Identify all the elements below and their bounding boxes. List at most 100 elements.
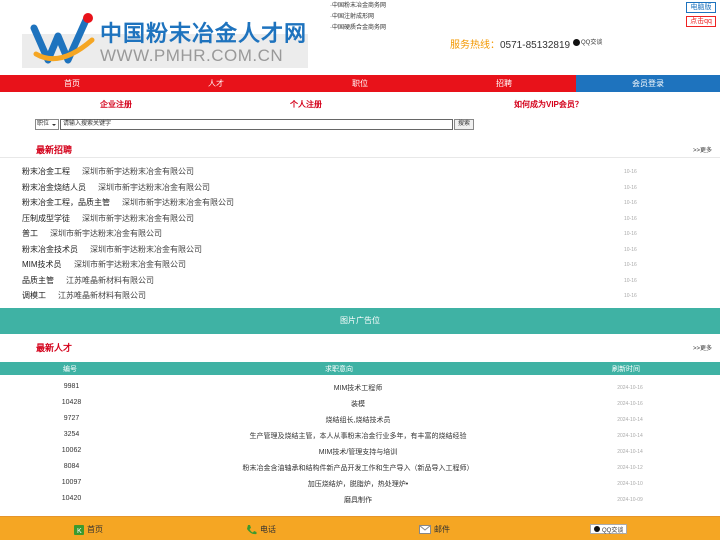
job-title[interactable]: 压制成型学徒 <box>22 213 70 224</box>
talent-time: 2024-10-09 <box>617 497 643 503</box>
company-register-link[interactable]: 企业注册 <box>100 99 132 110</box>
job-row[interactable]: 粉末冶金技术员 10-16 深圳市新宇达粉末冶金有限公司 <box>22 242 698 258</box>
vip-link[interactable]: 如何成为VIP会员？ <box>514 99 583 110</box>
footer-phone-label: 电话 <box>260 525 276 534</box>
nav-item-member-login[interactable]: 会员登录 <box>576 75 720 92</box>
ad-banner[interactable]: 图片广告位 <box>0 308 720 334</box>
nav-item-recruit[interactable]: 招聘 <box>432 75 576 92</box>
logo-domain: WWW.PMHR.COM.CN <box>100 46 284 65</box>
job-row[interactable]: 调模工 10-16 江苏唯晶新材料有限公司 <box>22 288 698 304</box>
talent-time: 2024-10-14 <box>617 433 643 439</box>
talent-time: 2024-10-14 <box>617 449 643 455</box>
talent-id: 9981 <box>63 383 80 390</box>
job-company[interactable]: 江苏唯晶新材料有限公司 <box>66 275 154 286</box>
talent-intent[interactable]: 生产管理及烧结主管，本人从事粉末冶金行业多年，有丰富的烧结经验 <box>143 431 573 441</box>
job-title[interactable]: 品质主管 <box>22 275 54 286</box>
job-row[interactable]: 粉末冶金烧结人员 10-16 深圳市新宇达粉末冶金有限公司 <box>22 180 698 196</box>
talent-id: 10428 <box>61 399 82 406</box>
job-row[interactable]: 粉末冶金工程 10-16 深圳市新宇达粉末冶金有限公司 <box>22 164 698 180</box>
job-row[interactable]: MIM技术员 10-16 深圳市新宇达粉末冶金有限公司 <box>22 257 698 273</box>
site-link-pm-business[interactable]: ·中国粉末冶金商务网 <box>330 1 386 12</box>
site-link-mim[interactable]: ·中国注射成形网 <box>330 12 386 23</box>
talent-intent[interactable]: 加压烧结炉，脱脂炉，热处理炉• <box>143 479 573 489</box>
site-link-carbide[interactable]: ·中国硬质合金商务网 <box>330 23 386 34</box>
recruit-section-title: 最新招聘 <box>36 145 73 155</box>
talent-time: 2024-10-16 <box>617 385 643 391</box>
table-row[interactable]: 8084 粉末冶金含油轴承和结构件新产品开发工作和生产导入（新品导入工程师） 202… <box>0 460 720 476</box>
job-title[interactable]: 粉末冶金烧结人员 <box>22 182 86 193</box>
job-row[interactable]: 压制成型学徒 10-16 深圳市新宇达粉末冶金有限公司 <box>22 211 698 227</box>
job-company[interactable]: 深圳市新宇达粉末冶金有限公司 <box>74 259 186 270</box>
job-title[interactable]: 粉末冶金技术员 <box>22 244 78 255</box>
nav-item-jobs[interactable]: 职位 <box>288 75 432 92</box>
job-date: 10-16 <box>624 184 637 191</box>
talent-intent[interactable]: 粉末冶金含油轴承和结构件新产品开发工作和生产导入（新品导入工程师） <box>143 463 573 473</box>
talent-intent[interactable]: 装模 <box>143 399 573 409</box>
footer-mail-button[interactable]: 邮件 <box>419 524 450 535</box>
hotline-number[interactable]: 0571-85132819 <box>500 40 570 51</box>
footer-qq-label: QQ交谈 <box>602 527 624 534</box>
job-company[interactable]: 深圳市新宇达粉末冶金有限公司 <box>82 166 194 177</box>
search-input[interactable]: 请输入搜索关键字 <box>60 119 453 130</box>
talent-section-title: 最新人才 <box>36 343 73 353</box>
table-row[interactable]: 10097 加压烧结炉，脱脂炉，热处理炉• 2024-10-10 <box>0 476 720 492</box>
talent-intent[interactable]: 烧结组长,烧结技术员 <box>143 415 573 425</box>
job-title[interactable]: 粉末冶金工程 <box>22 166 70 177</box>
talent-intent[interactable]: MIM技术工程师 <box>143 383 573 393</box>
talent-time: 2024-10-10 <box>617 481 643 487</box>
job-title[interactable]: 调模工 <box>22 290 46 301</box>
job-title[interactable]: 普工 <box>22 228 38 239</box>
mail-icon <box>419 525 431 534</box>
footer-qq-button[interactable]: QQ交谈 <box>590 524 628 534</box>
job-date: 10-16 <box>624 293 637 299</box>
job-company[interactable]: 深圳市新宇达粉末冶金有限公司 <box>98 182 210 193</box>
logo-icon[interactable] <box>30 10 96 68</box>
table-row[interactable]: 10428 装模 2024-10-16 <box>0 396 720 412</box>
site-links: ·中国粉末冶金商务网 ·中国注射成形网 ·中国硬质合金商务网 <box>330 1 386 34</box>
search-type-select[interactable]: 职位 <box>35 119 59 130</box>
job-title[interactable]: 粉末冶金工程，品质主管 <box>22 197 110 208</box>
click-qq-button[interactable]: 点击qq <box>686 16 716 27</box>
talent-intent[interactable]: 磨具制作 <box>143 495 573 505</box>
job-date: 10-16 <box>624 200 637 206</box>
job-company[interactable]: 深圳市新宇达粉末冶金有限公司 <box>82 213 194 224</box>
table-row[interactable]: 9727 烧结组长,烧结技术员 2024-10-14 <box>0 412 720 428</box>
job-company[interactable]: 深圳市新宇达粉末冶金有限公司 <box>122 197 234 208</box>
hotline-label: 服务热线： <box>450 40 500 51</box>
job-company[interactable]: 深圳市新宇达粉末冶金有限公司 <box>50 228 162 239</box>
talent-intent[interactable]: MIM技术/管理支持与培训 <box>143 447 573 457</box>
search-button[interactable]: 搜索 <box>454 119 474 130</box>
talent-time: 2024-10-16 <box>617 401 643 407</box>
header: 中国粉末冶金人才网 WWW.PMHR.COM.CN ·中国粉末冶金商务网 ·中国… <box>0 0 720 72</box>
nav-item-talent[interactable]: 人才 <box>144 75 288 92</box>
job-date: 10-16 <box>624 246 637 253</box>
job-row[interactable]: 品质主管 10-16 江苏唯晶新材料有限公司 <box>22 273 698 289</box>
job-company[interactable]: 江苏唯晶新材料有限公司 <box>58 290 146 301</box>
recruit-more-link[interactable]: >>更多 <box>693 145 712 154</box>
job-date: 10-16 <box>624 262 637 268</box>
nav-item-home[interactable]: 首页 <box>0 75 144 92</box>
qq-chat-link[interactable]: QQ交谈 <box>573 37 602 46</box>
job-company[interactable]: 深圳市新宇达粉末冶金有限公司 <box>90 244 202 255</box>
footer-phone-button[interactable]: 电话 <box>246 524 276 535</box>
job-row[interactable]: 粉末冶金工程，品质主管 10-16 深圳市新宇达粉末冶金有限公司 <box>22 195 698 211</box>
table-row[interactable]: 10062 MIM技术/管理支持与培训 2024-10-14 <box>0 444 720 460</box>
table-row[interactable]: 3254 生产管理及烧结主管，本人从事粉末冶金行业多年，有丰富的烧结经验 2024-… <box>0 428 720 444</box>
talent-id: 10420 <box>61 495 82 502</box>
col-intent: 求职意向 <box>325 366 353 373</box>
pc-version-button[interactable]: 电脑版 <box>686 2 716 13</box>
main-nav: 首页 人才 职位 招聘 会员登录 <box>0 75 720 92</box>
job-title[interactable]: MIM技术员 <box>22 259 62 270</box>
talent-more-link[interactable]: >>更多 <box>693 343 712 352</box>
logo-title[interactable]: 中国粉末冶金人才网 <box>100 16 307 48</box>
hotline: 服务热线：0571-85132819 <box>450 36 570 51</box>
table-row[interactable]: 10420 磨具制作 2024-10-09 <box>0 492 720 508</box>
footer-bar: K 首页 电话 邮件 QQ交谈 <box>0 516 720 540</box>
job-row[interactable]: 普工 10-16 深圳市新宇达粉末冶金有限公司 <box>22 226 698 242</box>
personal-register-link[interactable]: 个人注册 <box>290 99 322 110</box>
phone-icon <box>247 525 257 535</box>
table-row[interactable]: 9981 MIM技术工程师 2024-10-16 <box>0 380 720 396</box>
svg-text:K: K <box>77 528 82 535</box>
footer-home-button[interactable]: K 首页 <box>74 524 103 535</box>
qq-icon <box>573 38 580 46</box>
